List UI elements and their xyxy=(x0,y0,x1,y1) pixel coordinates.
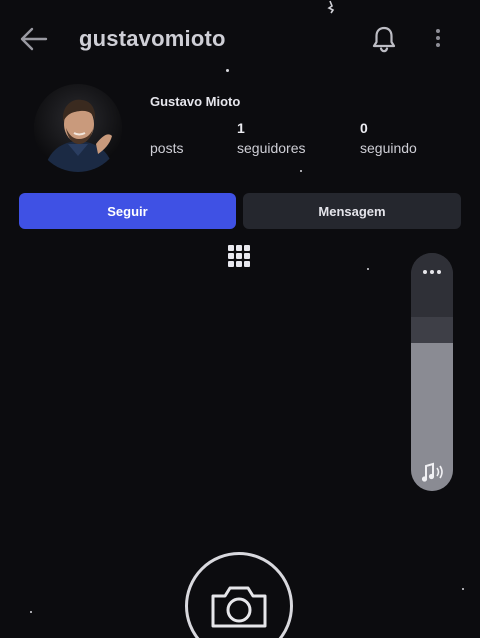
profile-username: gustavomioto xyxy=(79,26,226,51)
screen-artifact xyxy=(30,611,32,613)
more-vertical-icon[interactable] xyxy=(428,26,448,52)
screen-artifact xyxy=(226,69,229,72)
screen-artifact xyxy=(300,170,302,172)
volume-panel-header xyxy=(411,253,453,317)
avatar[interactable] xyxy=(34,84,122,172)
screen-artifact xyxy=(325,0,339,14)
profile-display-name: Gustavo Mioto xyxy=(150,94,241,109)
top-bar: gustavomioto xyxy=(0,0,480,76)
posts-count xyxy=(150,120,183,136)
volume-slider[interactable] xyxy=(411,253,453,491)
following-label: seguindo xyxy=(360,140,417,156)
follow-button[interactable]: Seguir xyxy=(19,193,236,229)
stat-following[interactable]: 0 seguindo xyxy=(360,120,417,156)
followers-label: seguidores xyxy=(237,140,306,156)
grid-icon[interactable] xyxy=(228,244,250,270)
message-button[interactable]: Mensagem xyxy=(243,193,461,229)
back-arrow-icon[interactable] xyxy=(16,24,50,54)
following-count: 0 xyxy=(360,120,368,136)
posts-label: posts xyxy=(150,140,184,156)
camera-icon xyxy=(207,582,271,632)
bell-icon[interactable] xyxy=(370,24,398,54)
music-note-icon xyxy=(420,461,446,483)
profile-screen: gustavomioto Gustavo Mioto posts 1 segui… xyxy=(0,0,480,638)
screen-artifact xyxy=(367,268,369,270)
stat-followers[interactable]: 1 seguidores xyxy=(237,120,306,156)
more-horizontal-icon[interactable] xyxy=(420,265,444,277)
followers-count: 1 xyxy=(237,120,245,136)
stat-posts[interactable]: posts xyxy=(150,120,183,156)
screen-artifact xyxy=(462,588,464,590)
